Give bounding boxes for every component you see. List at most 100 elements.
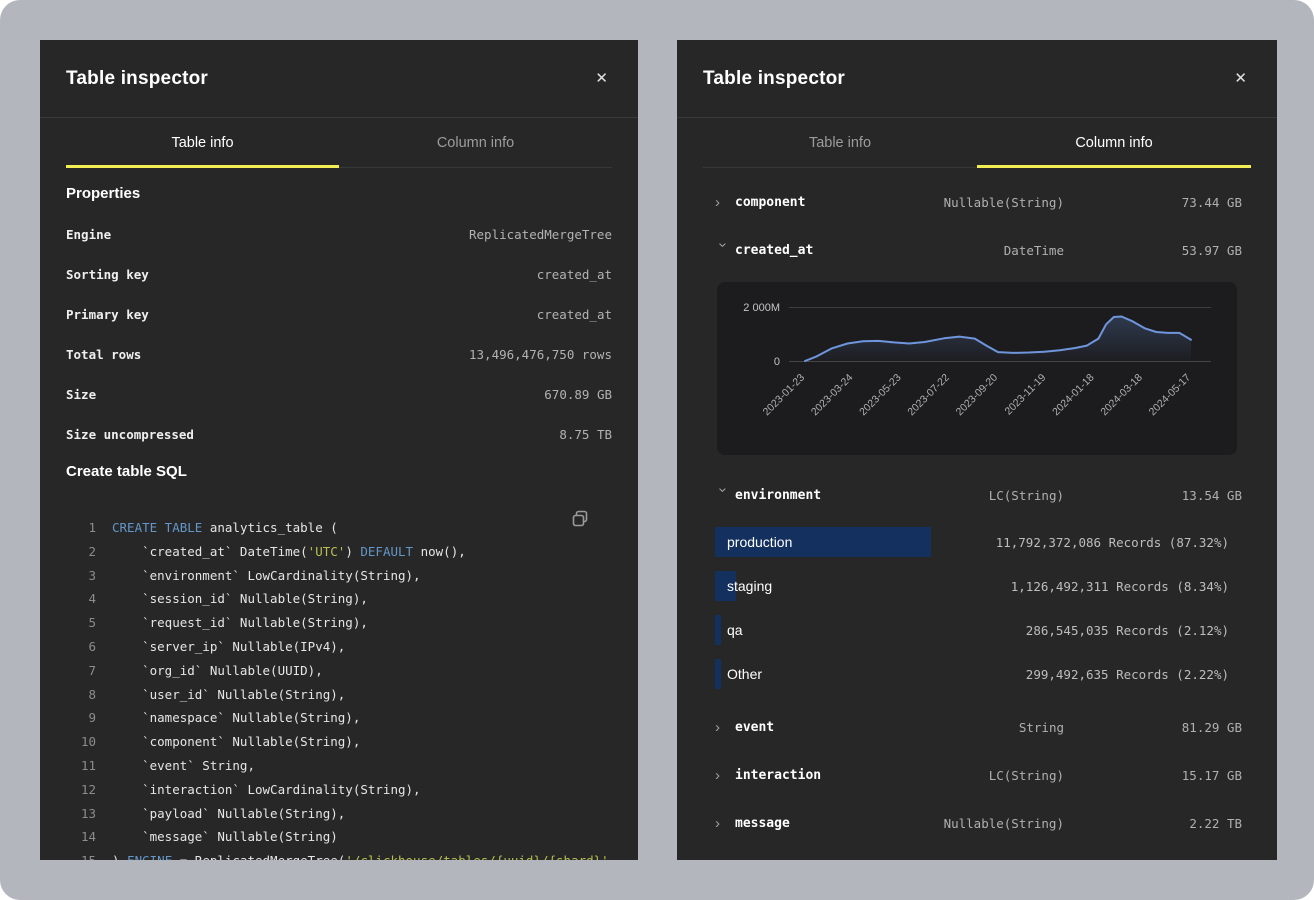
column-list: ›componentNullable(String)73.44 GB›creat…	[677, 168, 1277, 847]
code-text: `message` Nullable(String)	[112, 825, 338, 849]
code-segment: `session_id` Nullable(String),	[112, 591, 368, 606]
line-number: 13	[66, 802, 96, 826]
property-row: Size 670.89 GB	[66, 374, 612, 414]
env-value-records: 286,545,035 Records (2.12%)	[1026, 623, 1242, 638]
property-value: 13,496,476,750 rows	[469, 347, 612, 362]
close-icon[interactable]: ✕	[591, 67, 612, 90]
column-name: created_at	[735, 243, 1004, 258]
code-segment: `user_id` Nullable(String),	[112, 687, 345, 702]
chart-axis-label: 2023-05-23	[857, 372, 904, 419]
property-value: 8.75 TB	[559, 427, 612, 442]
column-size: 53.97 GB	[1064, 243, 1242, 258]
property-label: Sorting key	[66, 267, 149, 282]
env-value-row-production: production11,792,372,086 Records (87.32%…	[715, 527, 1242, 557]
column-name: component	[735, 195, 944, 210]
sql-code-line: 4 `session_id` Nullable(String),	[66, 587, 612, 611]
code-text: `session_id` Nullable(String),	[112, 587, 368, 611]
chart-axis-label: 2023-11-19	[1002, 372, 1048, 418]
code-segment: )	[112, 853, 127, 860]
property-row: Sorting key created_at	[66, 254, 612, 294]
property-label: Total rows	[66, 347, 141, 362]
tab-label: Table info	[809, 135, 871, 151]
table-inspector-dialog-table-info: Table inspector ✕ Table info Column info…	[40, 40, 638, 860]
page-background: Table inspector ✕ Table info Column info…	[0, 0, 1314, 900]
column-type: String	[1019, 720, 1064, 735]
close-icon[interactable]: ✕	[1230, 67, 1251, 90]
column-type: Nullable(String)	[944, 195, 1064, 210]
env-value-bar	[715, 615, 721, 645]
tab-column-info[interactable]: Column info	[977, 118, 1251, 167]
column-type: DateTime	[1004, 243, 1064, 258]
property-label: Size	[66, 387, 96, 402]
property-value: created_at	[537, 267, 612, 282]
line-number: 5	[66, 611, 96, 635]
sql-code-line: 3 `environment` LowCardinality(String),	[66, 564, 612, 588]
column-size: 15.17 GB	[1064, 768, 1242, 783]
sql-code-line: 12 `interaction` LowCardinality(String),	[66, 778, 612, 802]
sql-code-line: 7 `org_id` Nullable(UUID),	[66, 659, 612, 683]
line-number: 11	[66, 754, 96, 778]
table-info-content: Properties EngineReplicatedMergeTreeSort…	[40, 184, 638, 860]
code-text: `namespace` Nullable(String),	[112, 706, 360, 730]
code-segment: `created_at` DateTime(	[112, 544, 308, 559]
properties-heading: Properties	[66, 184, 612, 204]
chart-axis-label: 2024-01-18	[1050, 372, 1097, 419]
column-row-message[interactable]: ›messageNullable(String)2.22 TB	[677, 799, 1277, 847]
env-value-label: qa	[727, 622, 743, 638]
line-number: 2	[66, 540, 96, 564]
copy-icon[interactable]	[571, 510, 590, 532]
env-value-row-staging: staging1,126,492,311 Records (8.34%)	[715, 571, 1242, 601]
line-number: 4	[66, 587, 96, 611]
column-row-environment[interactable]: ›environmentLC(String)13.54 GB	[677, 471, 1277, 519]
line-number: 3	[66, 564, 96, 588]
property-row: Total rows 13,496,476,750 rows	[66, 334, 612, 374]
tab-label: Column info	[437, 135, 514, 151]
chart-axis-label: 2 000M	[743, 302, 780, 314]
code-segment: = ReplicatedMergeTree(	[172, 853, 345, 860]
code-segment: `org_id` Nullable(UUID),	[112, 663, 323, 678]
column-row-created_at[interactable]: › created_atDateTime53.97 GB	[677, 226, 1277, 274]
column-name: message	[735, 816, 944, 831]
sql-code-line: 15) ENGINE = ReplicatedMergeTree('/click…	[66, 849, 612, 860]
chevron-right-icon: ›	[715, 195, 735, 210]
chart-axis-label: 2023-03-24	[809, 372, 856, 419]
created-at-distribution-chart: 2 000M02023-01-232023-03-242023-05-23202…	[717, 282, 1237, 455]
tab-table-info[interactable]: Table info	[66, 118, 339, 167]
env-value-row-qa: qa 286,545,035 Records (2.12%)	[715, 615, 1242, 645]
sql-code-line: 9 `namespace` Nullable(String),	[66, 706, 612, 730]
code-text: `created_at` DateTime('UTC') DEFAULT now…	[112, 540, 466, 564]
tab-table-info[interactable]: Table info	[703, 118, 977, 167]
chart-axis-label: 2024-03-18	[1098, 372, 1145, 419]
chevron-right-icon: ›	[715, 816, 735, 831]
sql-code-line: 1CREATE TABLE analytics_table (	[66, 516, 612, 540]
env-value-label: Other	[727, 666, 762, 682]
env-value-records: 11,792,372,086 Records (87.32%)	[996, 535, 1242, 550]
sql-code-line: 14 `message` Nullable(String)	[66, 825, 612, 849]
code-text: `payload` Nullable(String),	[112, 802, 345, 826]
property-label: Size uncompressed	[66, 427, 194, 442]
chevron-down-icon: ›	[716, 242, 731, 262]
column-name: event	[735, 720, 1019, 735]
tab-column-info[interactable]: Column info	[339, 118, 612, 167]
column-row-interaction[interactable]: ›interactionLC(String)15.17 GB	[677, 751, 1277, 799]
sql-code-lines: 1CREATE TABLE analytics_table (2 `create…	[66, 516, 612, 860]
property-row: Size uncompressed 8.75 TB	[66, 414, 612, 454]
tab-label: Table info	[171, 135, 233, 151]
column-row-component[interactable]: ›componentNullable(String)73.44 GB	[677, 178, 1277, 226]
code-segment: `event` String,	[112, 758, 255, 773]
column-type: LC(String)	[989, 488, 1064, 503]
property-value: 670.89 GB	[544, 387, 612, 402]
column-size: 13.54 GB	[1064, 488, 1242, 503]
code-segment: `component` Nullable(String),	[112, 734, 360, 749]
code-segment: `namespace` Nullable(String),	[112, 710, 360, 725]
sql-code-line: 6 `server_ip` Nullable(IPv4),	[66, 635, 612, 659]
code-text: `environment` LowCardinality(String),	[112, 564, 421, 588]
line-number: 7	[66, 659, 96, 683]
column-row-event[interactable]: ›eventString81.29 GB	[677, 703, 1277, 751]
chart-axis-label: 2024-05-17	[1147, 372, 1194, 419]
code-segment: DEFAULT	[360, 544, 413, 559]
column-type: Nullable(String)	[944, 816, 1064, 831]
code-text: `user_id` Nullable(String),	[112, 683, 345, 707]
code-segment: `payload` Nullable(String),	[112, 806, 345, 821]
column-size: 81.29 GB	[1064, 720, 1242, 735]
